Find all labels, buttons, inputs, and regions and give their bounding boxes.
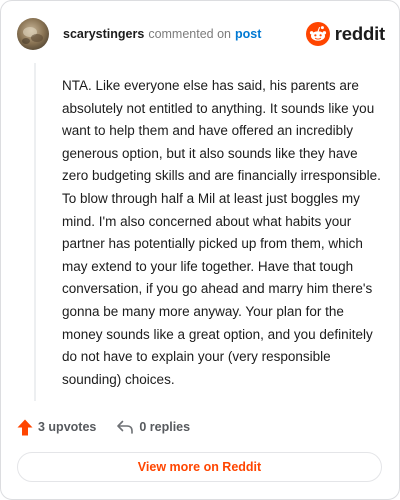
reddit-wordmark: reddit bbox=[334, 23, 385, 44]
avatar-image bbox=[17, 18, 49, 50]
replies-button[interactable]: 0 replies bbox=[116, 419, 190, 435]
reply-arrow-icon bbox=[117, 420, 134, 434]
upvote-button[interactable]: 3 upvotes bbox=[17, 419, 96, 436]
username-link[interactable]: scarystingers bbox=[63, 27, 144, 41]
view-more-button[interactable]: View more on Reddit bbox=[17, 452, 382, 482]
reply-count: 0 replies bbox=[139, 420, 191, 434]
comment-header: scarystingers commented on post reddit bbox=[17, 18, 385, 50]
thread-line[interactable] bbox=[34, 63, 36, 401]
embedded-comment-card: scarystingers commented on post reddit NTA… bbox=[0, 0, 400, 500]
comment-actions: 3 upvotes 0 replies bbox=[17, 417, 190, 437]
upvote-arrow-icon bbox=[17, 419, 33, 435]
comment-body: NTA. Like everyone else has said, his pa… bbox=[62, 78, 381, 387]
post-link[interactable]: post bbox=[235, 27, 261, 41]
reddit-logo[interactable]: reddit bbox=[305, 22, 385, 46]
upvote-count: 3 upvotes bbox=[38, 420, 97, 434]
action-text: commented on bbox=[148, 27, 231, 41]
reddit-snoo-icon bbox=[305, 22, 330, 46]
avatar[interactable] bbox=[17, 18, 49, 50]
comment-meta: scarystingers commented on post bbox=[63, 26, 261, 42]
